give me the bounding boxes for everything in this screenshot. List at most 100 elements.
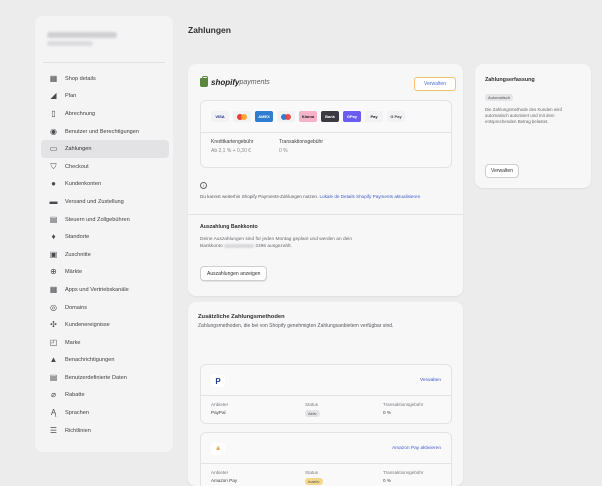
transaction-fee-label: Transaktionsgebühr xyxy=(279,139,324,145)
additional-methods-subtitle: Zahlungsmethoden, die bei von Shopify ge… xyxy=(198,323,394,329)
shopify-bag-icon xyxy=(200,76,208,87)
sidebar-item-label: Marke xyxy=(65,339,81,346)
sidebar-item-languages[interactable]: Ą Sprachen xyxy=(41,404,169,422)
sidebar-item-shop-details[interactable]: ▦ Shop details xyxy=(41,70,169,88)
view-payouts-button[interactable]: Auszahlungen anzeigen xyxy=(200,266,268,281)
sidebar-item-customer-accounts[interactable]: ● Kundenkonten xyxy=(41,176,169,194)
settings-nav: ▦ Shop details ◢ Plan ▯ Abrechnung ◉ Benutze… xyxy=(41,70,169,439)
status-col: Status Aktiv xyxy=(305,402,320,417)
sidebar-item-checkout[interactable]: ⛉ Checkout xyxy=(41,158,169,176)
sidebar-item-label: Shop details xyxy=(65,75,96,82)
sidebar-item-label: Kundenkonten xyxy=(65,181,102,188)
sidebar-item-locations[interactable]: ♦ Standorte xyxy=(41,228,169,246)
language-icon: Ą xyxy=(50,408,57,418)
sidebar-item-label: Rabatte xyxy=(65,392,85,399)
maestro-icon xyxy=(277,111,295,122)
status-badge: Automatisch xyxy=(485,94,514,101)
info-icon: i xyxy=(200,182,207,189)
apps-icon: ▦ xyxy=(49,284,58,294)
location-icon: ♦ xyxy=(51,232,56,242)
sidebar-item-apps[interactable]: ▦ Apps und Vertriebskanäle xyxy=(41,281,169,299)
card-fee-value: Ab 2,1 % + 0,30 € xyxy=(211,148,251,154)
provider-value: Amazon Pay xyxy=(211,478,238,483)
sidebar-item-label: Versand und Zustellung xyxy=(65,198,124,205)
payout-text-2: Bankkonto xyxy=(200,244,223,249)
policy-icon: ☰ xyxy=(49,425,58,435)
shipping-icon: ▬ xyxy=(49,196,58,206)
card-fee: Kreditkartengebühr Ab 2,1 % + 0,30 € xyxy=(211,139,254,154)
sidebar-item-users[interactable]: ◉ Benutzer und Berechtigungen xyxy=(41,123,169,141)
sidebar-item-gift[interactable]: ▣ Zuschnitte xyxy=(41,246,169,264)
paypal-card: P Verwalten Anbieter PayPal Status Aktiv… xyxy=(200,364,452,424)
sidebar-item-shipping[interactable]: ▬ Versand und Zustellung xyxy=(41,193,169,211)
sidebar-item-custom-data[interactable]: ▤ Benutzerdefinierte Daten xyxy=(41,369,169,387)
sidebar-item-label: Plan xyxy=(65,93,77,100)
fee-value: 0 % xyxy=(383,478,391,483)
sidebar-item-plan[interactable]: ◢ Plan xyxy=(41,88,169,106)
users-icon: ◉ xyxy=(50,126,57,136)
sidebar-item-billing[interactable]: ▯ Abrechnung xyxy=(41,105,169,123)
visa-icon: VISA xyxy=(211,111,229,122)
status-value: Aktiv xyxy=(305,410,320,417)
sidebar-item-domains[interactable]: ◎ Domains xyxy=(41,299,169,317)
sidebar-item-label: Benachrichtigungen xyxy=(65,357,115,364)
sidebar-item-notifications[interactable]: ▲ Benachrichtigungen xyxy=(41,352,169,370)
status-header: Status xyxy=(305,402,319,407)
settings-sidebar: ▦ Shop details ◢ Plan ▯ Abrechnung ◉ Benutze… xyxy=(35,16,173,452)
activate-amazon-pay-link[interactable]: Amazon Pay aktivieren xyxy=(392,446,441,451)
paypal-icon: P xyxy=(211,375,225,387)
shopify-payments-logo: shopify payments xyxy=(200,76,270,87)
sidebar-item-label: Benutzer und Berechtigungen xyxy=(65,128,140,135)
fee-value: 0 % xyxy=(383,410,391,415)
sidebar-item-policies[interactable]: ☰ Richtlinien xyxy=(41,422,169,440)
checkout-icon: ⛉ xyxy=(50,161,57,171)
mastercard-icon xyxy=(233,111,251,122)
divider xyxy=(201,463,451,464)
shopify-payments-card: shopify payments Verwalten VISA AMEX Kla… xyxy=(188,64,463,296)
info-link[interactable]: Lokale de Details Shopify Payments aktua… xyxy=(320,194,421,199)
shopify-brand-text: shopify xyxy=(211,78,240,87)
fee-col: Transaktionsgebühr 0 % xyxy=(383,402,423,415)
main-content: Zahlungen shopify payments Verwalten VIS… xyxy=(188,0,602,486)
manage-capture-button[interactable]: Verwalten xyxy=(485,164,519,178)
sidebar-item-label: Sprachen xyxy=(65,410,89,417)
manage-button[interactable]: Verwalten xyxy=(414,77,456,91)
store-name-line xyxy=(47,32,117,38)
bancontact-icon: Bank xyxy=(321,111,339,122)
provider-col: Anbieter Amazon Pay xyxy=(211,470,237,483)
shop-pay-icon: GPay xyxy=(343,111,361,122)
payment-capture-text: Die Zahlungsmethode des Kunden wird auto… xyxy=(485,107,562,125)
payments-icon: ▭ xyxy=(49,144,58,154)
amex-icon: AMEX xyxy=(255,111,273,122)
status-header: Status xyxy=(305,470,319,475)
domains-icon: ◎ xyxy=(50,302,57,312)
sidebar-item-payments[interactable]: ▭ Zahlungen xyxy=(41,140,169,158)
sidebar-item-customer-events[interactable]: ✣ Kundenereignisse xyxy=(41,316,169,334)
payout-text-3: 2396 ausgezahlt. xyxy=(255,244,292,249)
sidebar-item-label: Benutzerdefinierte Daten xyxy=(65,374,127,381)
gift-icon: ▣ xyxy=(49,249,58,259)
amazon-pay-icon: a xyxy=(211,443,225,455)
payout-title: Auszahlung Bankkonto xyxy=(200,224,258,230)
status-value: Inaktiv xyxy=(305,478,323,485)
sidebar-item-label: Steuern und Zollgebühren xyxy=(65,216,130,223)
provider-header: Anbieter xyxy=(211,402,229,407)
sidebar-item-label: Zuschnitte xyxy=(65,251,91,258)
store-name-blurred[interactable] xyxy=(43,28,165,50)
manage-paypal-link[interactable]: Verwalten xyxy=(420,378,441,383)
sidebar-item-brand[interactable]: ◰ Marke xyxy=(41,334,169,352)
customer-icon: ● xyxy=(51,179,56,189)
divider xyxy=(188,214,463,215)
sidebar-item-discounts[interactable]: ⌀ Rabatte xyxy=(41,387,169,405)
sidebar-item-label: Kundenereignisse xyxy=(65,322,110,329)
store-icon: ▦ xyxy=(49,73,58,83)
payments-brand-text: payments xyxy=(239,79,270,86)
sidebar-item-taxes[interactable]: ▤ Steuern und Zollgebühren xyxy=(41,211,169,229)
google-pay-icon: G Pay xyxy=(387,111,405,122)
sidebar-item-label: Märkte xyxy=(65,269,83,276)
divider xyxy=(201,132,451,133)
payout-text-1: Deine Auszahlungen sind für jeden Montag… xyxy=(200,237,353,242)
sidebar-item-markets[interactable]: ⊕ Märkte xyxy=(41,264,169,282)
plan-icon: ◢ xyxy=(50,91,57,101)
payment-capture-card: Zahlungserfassung Automatisch Die Zahlun… xyxy=(475,64,591,188)
